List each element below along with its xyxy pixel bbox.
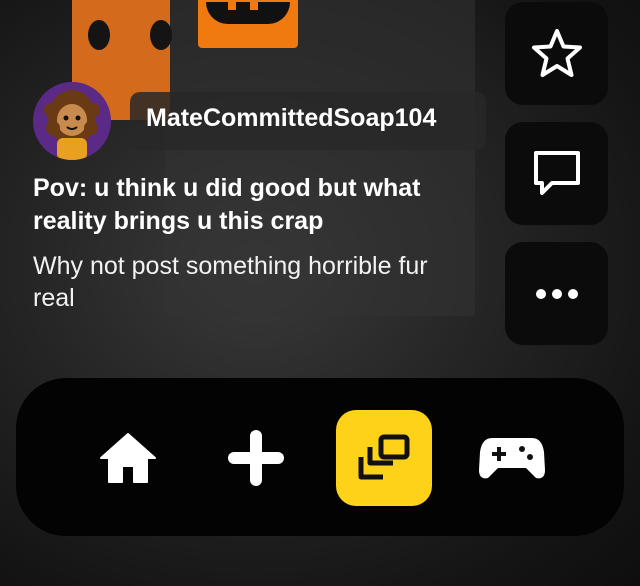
more-button[interactable]	[505, 242, 608, 345]
more-icon	[535, 288, 578, 299]
avatar[interactable]	[33, 82, 111, 160]
comment-button[interactable]	[505, 122, 608, 225]
comment-icon	[533, 150, 580, 195]
post-title: Pov: u think u did good but what reality…	[33, 174, 421, 235]
home-icon	[100, 433, 156, 483]
pumpkin-decoration-right	[198, 0, 298, 48]
username[interactable]: MateCommittedSoap104	[146, 104, 436, 133]
plus-icon	[228, 430, 284, 486]
nav-feed-button[interactable]	[336, 410, 432, 506]
nav-games-button[interactable]	[464, 410, 560, 506]
nav-create-button[interactable]	[208, 410, 304, 506]
favorite-button[interactable]	[505, 2, 608, 105]
nav-home-button[interactable]	[80, 410, 176, 506]
post-body: Why not post something horrible fur real	[33, 252, 428, 312]
star-icon	[531, 28, 582, 77]
stacked-cards-icon	[358, 434, 410, 480]
gamepad-icon	[479, 438, 545, 479]
